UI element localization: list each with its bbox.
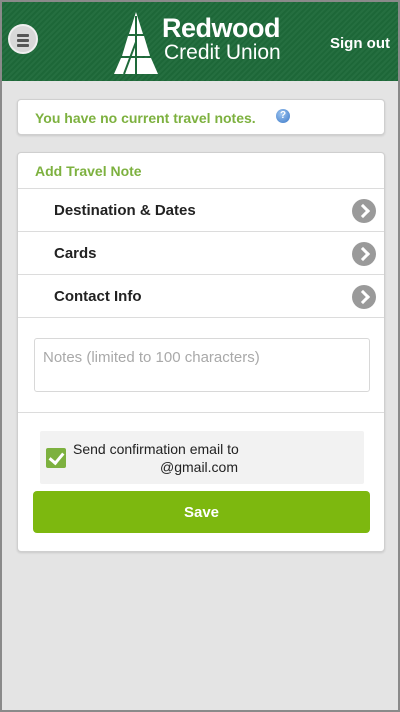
chevron-right-icon <box>352 285 376 309</box>
row-contact-info[interactable]: Contact Info <box>18 274 384 317</box>
row-label: Cards <box>54 245 97 262</box>
confirmation-email: @gmail.com <box>160 459 239 475</box>
row-divider <box>18 317 384 318</box>
notes-input[interactable] <box>34 338 370 392</box>
redwood-logo-icon <box>114 12 158 74</box>
confirmation-label: Send confirmation email to <box>73 441 239 457</box>
travel-notes-notice: You have no current travel notes. ? <box>17 99 385 135</box>
row-cards[interactable]: Cards <box>18 231 384 274</box>
chevron-right-icon <box>352 199 376 223</box>
form-title: Add Travel Note <box>35 163 142 179</box>
add-travel-note-form: Add Travel Note Destination & Dates Card… <box>17 152 385 552</box>
brand-subtitle: Credit Union <box>164 41 281 64</box>
app-header: Redwood Credit Union Sign out <box>2 2 398 81</box>
save-button[interactable]: Save <box>33 491 370 533</box>
row-label: Destination & Dates <box>54 202 196 219</box>
row-label: Contact Info <box>54 288 142 305</box>
confirmation-checkbox[interactable] <box>46 448 66 468</box>
app-frame: Redwood Credit Union Sign out You have n… <box>0 0 400 712</box>
sign-out-link[interactable]: Sign out <box>330 35 390 52</box>
brand-name: Redwood <box>162 13 281 43</box>
confirmation-email-option: Send confirmation email to @gmail.com <box>40 431 364 484</box>
help-icon[interactable]: ? <box>276 109 290 123</box>
menu-icon[interactable] <box>8 24 38 54</box>
chevron-right-icon <box>352 242 376 266</box>
section-divider <box>18 412 384 413</box>
notice-text: You have no current travel notes. <box>35 110 256 126</box>
row-destination-dates[interactable]: Destination & Dates <box>18 188 384 231</box>
